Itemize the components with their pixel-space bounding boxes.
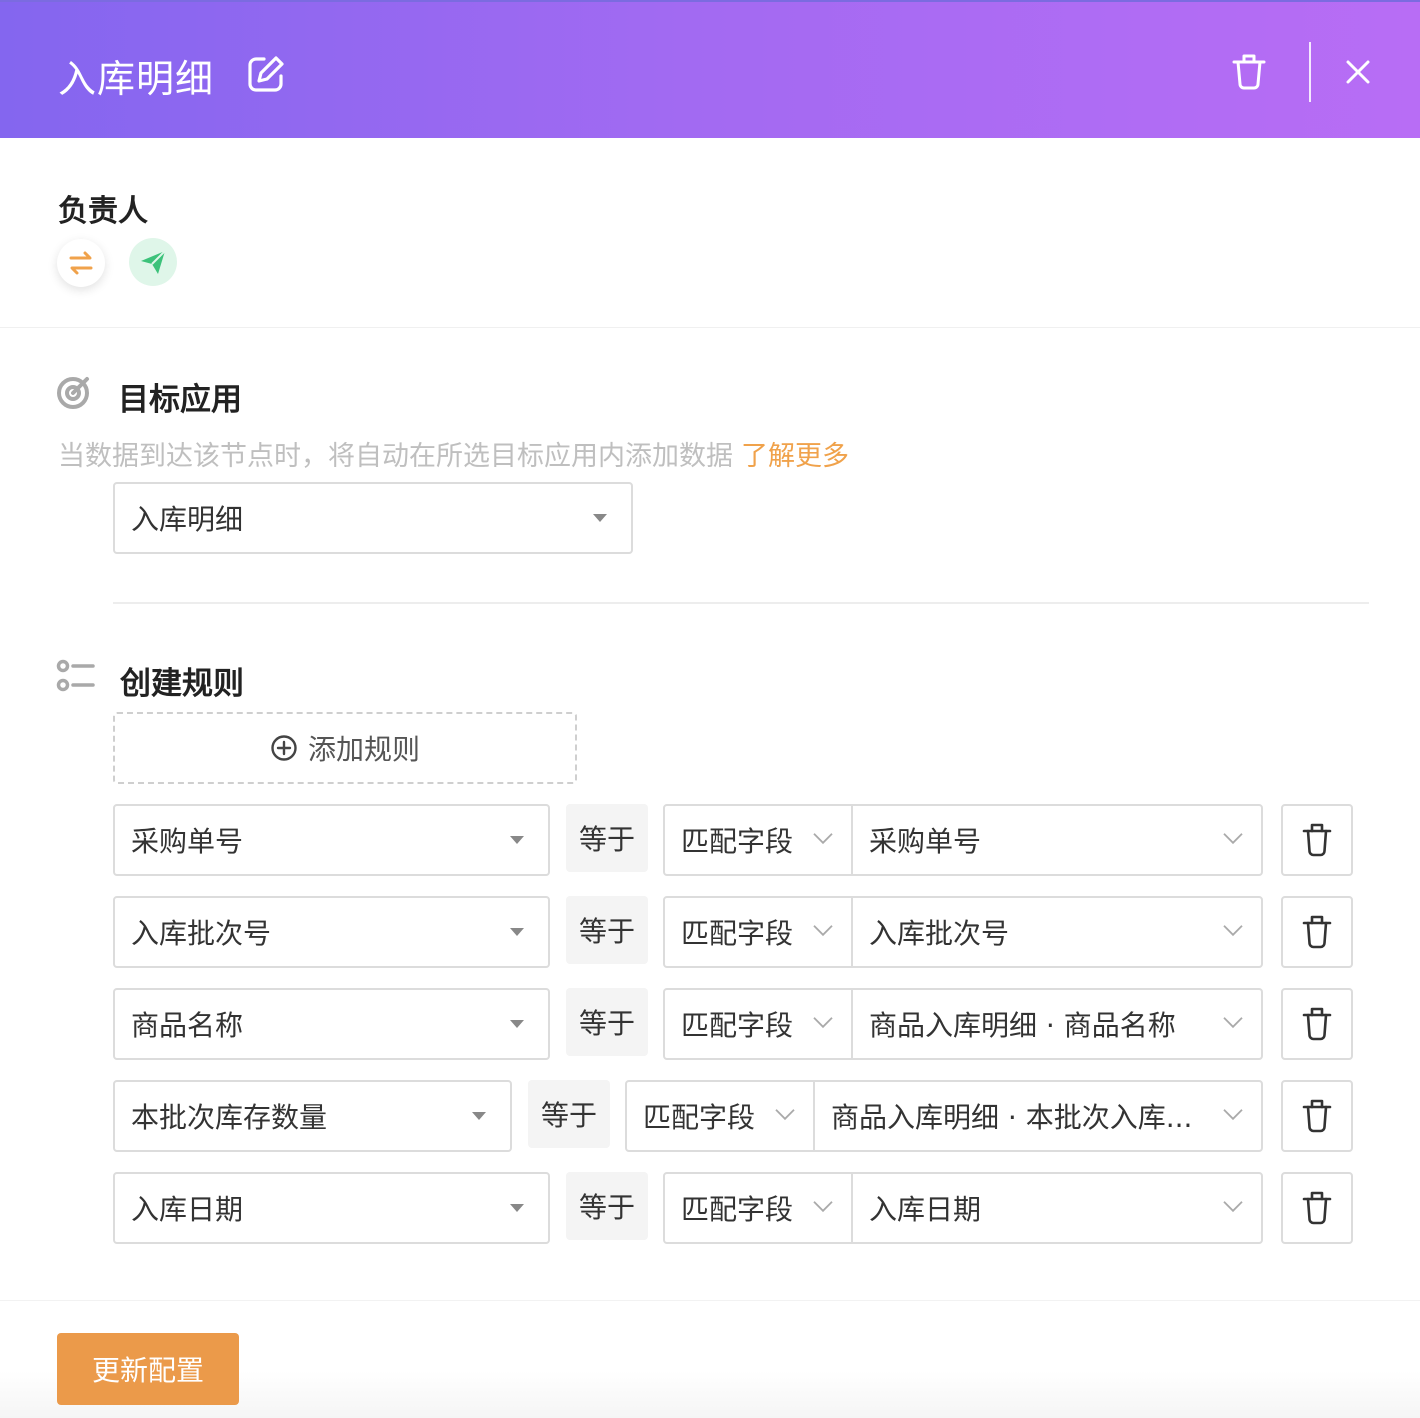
match-type-value: 匹配字段: [643, 1101, 756, 1134]
plus-circle-icon: [271, 735, 297, 761]
rule-field-select[interactable]: 本批次库存数量: [113, 1080, 512, 1152]
owner-label: 负责人: [58, 194, 148, 229]
close-icon[interactable]: [1342, 56, 1374, 88]
edit-icon[interactable]: [246, 54, 286, 94]
trash-icon[interactable]: [1228, 50, 1270, 92]
send-icon: [141, 250, 166, 274]
rule-row: 本批次库存数量 等于 匹配字段 商品入库明细 · 本批次入库...: [0, 1080, 1420, 1152]
section-divider: [113, 602, 1369, 604]
caret-down-icon: [472, 1112, 486, 1120]
trash-icon: [1302, 1007, 1332, 1041]
chevron-down-icon: [1223, 833, 1243, 845]
target-app-value: 入库明细: [131, 503, 244, 536]
rule-field-value: 商品名称: [131, 1009, 244, 1042]
match-value-text: 入库日期: [869, 1193, 982, 1226]
send-button[interactable]: [129, 238, 177, 286]
chevron-down-icon: [775, 1109, 795, 1121]
caret-down-icon: [510, 928, 524, 936]
match-type-select[interactable]: 匹配字段: [665, 1174, 853, 1242]
rule-match-combo: 匹配字段 入库批次号: [663, 896, 1263, 968]
caret-down-icon: [510, 1204, 524, 1212]
rule-row: 入库批次号 等于 匹配字段 入库批次号: [0, 896, 1420, 968]
list-icon: [56, 659, 95, 692]
rule-operator[interactable]: 等于: [566, 988, 648, 1056]
caret-down-icon: [593, 514, 607, 522]
swap-owner-button[interactable]: [57, 239, 105, 287]
chevron-down-icon: [1223, 1201, 1243, 1213]
rule-match-combo: 匹配字段 入库日期: [663, 1172, 1263, 1244]
rule-operator[interactable]: 等于: [566, 804, 648, 872]
match-value-text: 入库批次号: [869, 917, 1010, 950]
rule-match-combo: 匹配字段 采购单号: [663, 804, 1263, 876]
rule-field-value: 采购单号: [131, 825, 244, 858]
delete-rule-button[interactable]: [1281, 1080, 1353, 1152]
trash-icon: [1302, 915, 1332, 949]
rule-row: 入库日期 等于 匹配字段 入库日期: [0, 1172, 1420, 1244]
rule-operator[interactable]: 等于: [528, 1080, 610, 1148]
match-value-text: 商品入库明细 · 本批次入库...: [831, 1101, 1193, 1134]
delete-rule-button[interactable]: [1281, 988, 1353, 1060]
chevron-down-icon: [813, 1017, 833, 1029]
add-rule-label: 添加规则: [307, 733, 420, 766]
rule-field-select[interactable]: 入库批次号: [113, 896, 550, 968]
target-app-description: 当数据到达该节点时，将自动在所选目标应用内添加数据 了解更多: [58, 434, 849, 473]
match-type-value: 匹配字段: [681, 917, 794, 950]
trash-icon: [1302, 1191, 1332, 1225]
delete-rule-button[interactable]: [1281, 804, 1353, 876]
description-text: 当数据到达该节点时，将自动在所选目标应用内添加数据: [58, 441, 733, 472]
target-app-title: 目标应用: [118, 382, 242, 418]
caret-down-icon: [510, 836, 524, 844]
rule-field-value: 入库批次号: [131, 917, 272, 950]
match-type-value: 匹配字段: [681, 825, 794, 858]
target-icon: [57, 377, 89, 409]
rule-field-select[interactable]: 商品名称: [113, 988, 550, 1060]
chevron-down-icon: [813, 1201, 833, 1213]
rule-field-select[interactable]: 采购单号: [113, 804, 550, 876]
rule-operator[interactable]: 等于: [566, 1172, 648, 1240]
match-value-select[interactable]: 商品入库明细 · 本批次入库...: [815, 1082, 1261, 1150]
match-type-select[interactable]: 匹配字段: [665, 806, 853, 874]
trash-icon: [1302, 823, 1332, 857]
rule-field-select[interactable]: 入库日期: [113, 1172, 550, 1244]
rule-field-value: 入库日期: [131, 1193, 244, 1226]
rules-title: 创建规则: [120, 666, 244, 702]
header-divider: [1309, 42, 1311, 102]
match-type-select[interactable]: 匹配字段: [665, 898, 853, 966]
add-rule-button[interactable]: 添加规则: [113, 712, 577, 784]
caret-down-icon: [510, 1020, 524, 1028]
match-type-select[interactable]: 匹配字段: [627, 1082, 815, 1150]
drawer-header: 入库明细: [0, 0, 1420, 138]
match-value-text: 采购单号: [869, 825, 982, 858]
drawer-title: 入库明细: [58, 57, 215, 101]
rule-field-value: 本批次库存数量: [131, 1101, 328, 1134]
chevron-down-icon: [1223, 1109, 1243, 1121]
chevron-down-icon: [813, 833, 833, 845]
match-value-select[interactable]: 入库批次号: [853, 898, 1261, 966]
trash-icon: [1302, 1099, 1332, 1133]
target-app-select[interactable]: 入库明细: [113, 482, 633, 554]
chevron-down-icon: [1223, 925, 1243, 937]
rule-match-combo: 匹配字段 商品入库明细 · 商品名称: [663, 988, 1263, 1060]
match-type-value: 匹配字段: [681, 1193, 794, 1226]
match-value-select[interactable]: 商品入库明细 · 商品名称: [853, 990, 1261, 1058]
owner-section: 负责人: [0, 138, 1420, 328]
match-value-select[interactable]: 入库日期: [853, 1174, 1261, 1242]
rule-operator[interactable]: 等于: [566, 896, 648, 964]
match-value-select[interactable]: 采购单号: [853, 806, 1261, 874]
swap-icon: [69, 251, 93, 275]
delete-rule-button[interactable]: [1281, 1172, 1353, 1244]
rule-match-combo: 匹配字段 商品入库明细 · 本批次入库...: [625, 1080, 1263, 1152]
chevron-down-icon: [813, 925, 833, 937]
update-config-button[interactable]: 更新配置: [57, 1333, 239, 1405]
match-value-text: 商品入库明细 · 商品名称: [869, 1009, 1176, 1042]
learn-more-link[interactable]: 了解更多: [741, 441, 849, 472]
drawer-footer: 更新配置: [0, 1300, 1420, 1418]
rule-row: 商品名称 等于 匹配字段 商品入库明细 · 商品名称: [0, 988, 1420, 1060]
chevron-down-icon: [1223, 1017, 1243, 1029]
delete-rule-button[interactable]: [1281, 896, 1353, 968]
rule-row: 采购单号 等于 匹配字段 采购单号: [0, 804, 1420, 876]
match-type-value: 匹配字段: [681, 1009, 794, 1042]
match-type-select[interactable]: 匹配字段: [665, 990, 853, 1058]
